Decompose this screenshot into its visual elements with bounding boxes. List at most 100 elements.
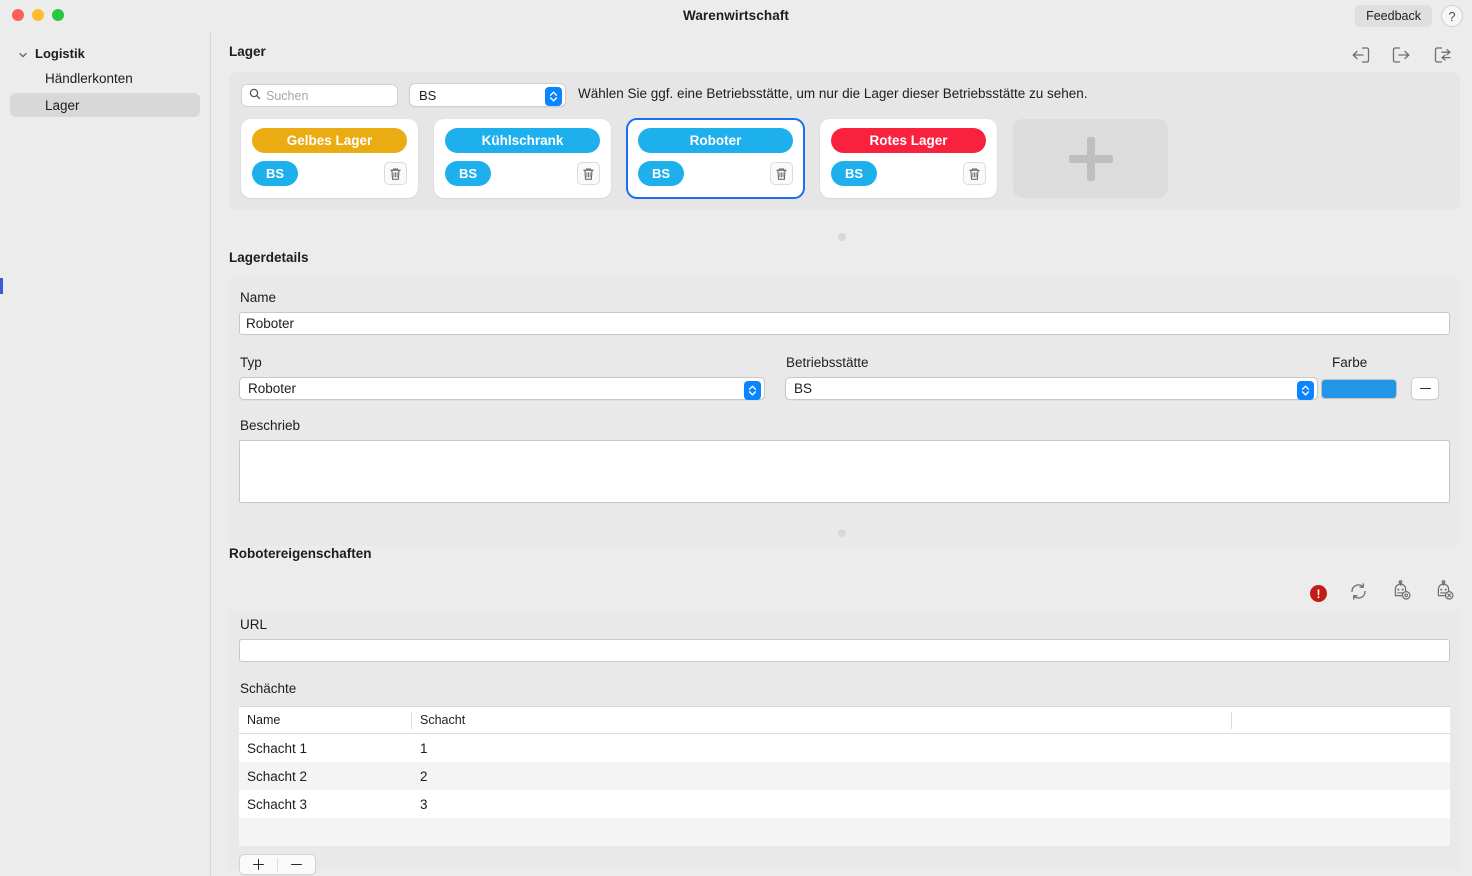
plus-icon — [1068, 136, 1113, 181]
cell-name: Schacht 3 — [247, 796, 308, 812]
trash-icon — [583, 168, 594, 180]
chevron-updown-icon — [744, 380, 761, 400]
name-label: Name — [240, 290, 277, 305]
main-content: Lager Suchen BS Wählen Sie ggf. eine Bet… — [212, 32, 1472, 876]
typ-select[interactable]: Roboter — [239, 377, 765, 400]
robot-settings-icon[interactable] — [1390, 580, 1412, 607]
betriebsstaette-label: Betriebsstätte — [786, 355, 869, 370]
minus-icon — [1419, 387, 1431, 390]
typ-value: Roboter — [248, 381, 297, 396]
refresh-icon[interactable] — [1348, 581, 1369, 607]
sidebar-item-label: Händlerkonten — [45, 70, 133, 86]
lager-card[interactable]: Kühlschrank BS — [434, 119, 611, 198]
details-section-title: Lagerdetails — [229, 250, 309, 265]
lager-section-title: Lager — [229, 44, 266, 59]
lager-card-bs-pill: BS — [252, 161, 298, 186]
robot-section-icons: ! — [1310, 580, 1455, 607]
lager-card-list: Gelbes Lager BS Kühlschrank BS Roboter B… — [241, 118, 1168, 199]
search-input[interactable]: Suchen — [241, 84, 398, 107]
splitter-handle-top[interactable] — [838, 233, 846, 241]
betriebsstaette-filter-value: BS — [419, 87, 437, 103]
table-row-empty[interactable] — [239, 818, 1450, 846]
url-label: URL — [240, 617, 268, 632]
lager-card-name: Rotes Lager — [831, 128, 986, 153]
beschrieb-textarea[interactable] — [239, 440, 1450, 503]
sidebar-group-logistik[interactable]: Logistik — [0, 44, 210, 63]
robotereigenschaften-panel: URL Schächte Name Schacht Schacht 1 1 Sc… — [229, 610, 1460, 875]
delete-lager-button[interactable] — [384, 162, 407, 185]
sidebar-group-label: Logistik — [35, 46, 85, 61]
chevron-updown-icon — [1297, 380, 1314, 400]
lager-card-name: Kühlschrank — [445, 128, 600, 153]
sidebar-item-label: Lager — [45, 97, 80, 113]
cell-schacht: 2 — [420, 768, 428, 784]
add-schacht-button[interactable] — [240, 855, 277, 874]
betriebsstaette-value: BS — [794, 381, 813, 396]
typ-label: Typ — [240, 355, 262, 370]
trash-icon — [390, 168, 401, 180]
chevron-down-icon — [18, 50, 28, 60]
sidebar-item-haendlerkonten[interactable]: Händlerkonten — [10, 66, 200, 90]
delete-lager-button[interactable] — [770, 162, 793, 185]
farbe-color-well[interactable] — [1321, 379, 1397, 399]
lager-panel: Suchen BS Wählen Sie ggf. eine Betriebss… — [229, 72, 1460, 210]
sidebar-item-lager[interactable]: Lager — [10, 93, 200, 117]
cell-schacht: 1 — [420, 740, 428, 756]
table-header: Name Schacht — [239, 707, 1450, 734]
cell-name: Schacht 2 — [247, 768, 308, 784]
minus-icon — [291, 863, 302, 866]
lager-card[interactable]: Rotes Lager BS — [820, 119, 997, 198]
table-row[interactable]: Schacht 2 2 — [239, 762, 1450, 790]
toolbar-icons — [1349, 44, 1455, 66]
lager-card-bs-pill: BS — [831, 161, 877, 186]
column-header-name[interactable]: Name — [247, 713, 280, 727]
robot-section-title: Robotereigenschaften — [229, 546, 372, 561]
export-icon[interactable] — [1391, 44, 1413, 66]
trash-icon — [969, 168, 980, 180]
lager-card[interactable]: Gelbes Lager BS — [241, 119, 418, 198]
lager-card-name: Gelbes Lager — [252, 128, 407, 153]
cell-schacht: 3 — [420, 796, 428, 812]
sync-icon[interactable] — [1433, 44, 1455, 66]
beschrieb-label: Beschrieb — [240, 418, 301, 433]
help-button[interactable]: ? — [1441, 5, 1463, 27]
plus-icon — [253, 859, 264, 870]
column-header-schacht[interactable]: Schacht — [420, 713, 465, 727]
lager-card-bs-pill: BS — [638, 161, 684, 186]
betriebsstaette-filter-select[interactable]: BS — [409, 83, 566, 107]
window-title: Warenwirtschaft — [682, 8, 790, 23]
column-divider[interactable] — [411, 712, 412, 729]
chevron-updown-icon — [545, 86, 562, 106]
farbe-label: Farbe — [1332, 355, 1368, 370]
cell-name: Schacht 1 — [247, 740, 308, 756]
filter-hint-text: Wählen Sie ggf. eine Betriebsstätte, um … — [578, 86, 1088, 101]
lager-card-name: Roboter — [638, 128, 793, 153]
table-add-remove-control — [239, 854, 316, 875]
lager-card-selected[interactable]: Roboter BS — [626, 118, 805, 199]
sidebar: Logistik Händlerkonten Lager — [0, 32, 211, 876]
delete-lager-button[interactable] — [577, 162, 600, 185]
remove-farbe-button[interactable] — [1411, 377, 1439, 400]
splitter-handle-bottom[interactable] — [838, 529, 846, 537]
robot-remove-icon[interactable] — [1433, 580, 1455, 607]
name-input[interactable]: Roboter — [239, 312, 1450, 335]
betriebsstaette-select[interactable]: BS — [785, 377, 1318, 400]
schaechte-label: Schächte — [240, 681, 297, 696]
import-icon[interactable] — [1349, 44, 1371, 66]
error-icon[interactable]: ! — [1310, 585, 1327, 602]
table-row[interactable]: Schacht 3 3 — [239, 790, 1450, 818]
delete-lager-button[interactable] — [963, 162, 986, 185]
title-bar: Warenwirtschaft Feedback ? — [0, 0, 1472, 32]
url-input[interactable] — [239, 639, 1450, 662]
add-lager-button[interactable] — [1013, 119, 1168, 198]
column-divider[interactable] — [1231, 712, 1232, 729]
remove-schacht-button[interactable] — [278, 855, 315, 874]
feedback-button[interactable]: Feedback — [1355, 5, 1432, 27]
window-edge-marker — [0, 278, 3, 294]
schaechte-table: Name Schacht Schacht 1 1 Schacht 2 2 Sch… — [239, 706, 1450, 846]
lager-card-bs-pill: BS — [445, 161, 491, 186]
table-row[interactable]: Schacht 1 1 — [239, 734, 1450, 762]
trash-icon — [776, 168, 787, 180]
lagerdetails-panel: Name Roboter Typ Roboter Betriebsstätte … — [229, 278, 1460, 546]
search-placeholder: Suchen — [266, 88, 309, 103]
